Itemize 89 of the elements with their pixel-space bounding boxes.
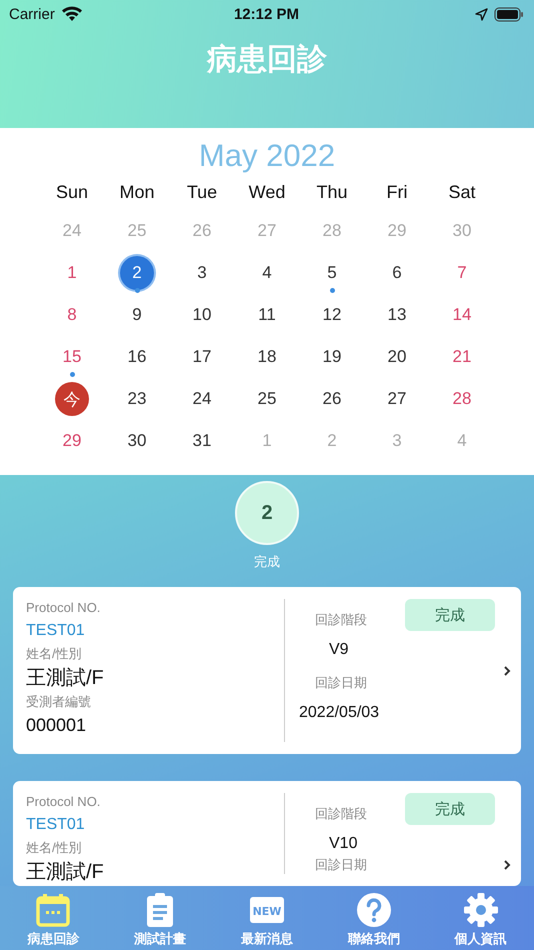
calendar-day[interactable]: 18 [250, 340, 284, 374]
field-label: Protocol NO. [26, 793, 102, 811]
screen-title: 病患回診 [207, 42, 327, 78]
help-icon [356, 892, 392, 928]
calendar-day[interactable]: 12 [315, 298, 349, 332]
calendar-day[interactable]: 5 [315, 256, 349, 290]
visit-date: 2022/05/03 [299, 704, 380, 722]
calendar-day[interactable]: 30 [445, 214, 479, 248]
wifi-icon [60, 6, 83, 22]
status-time: 12:12 PM [234, 6, 300, 22]
field-label: 回診日期 [314, 856, 367, 874]
calendar-day[interactable]: 28 [315, 214, 349, 248]
calendar-day[interactable]: 11 [250, 298, 284, 332]
visit-stage: V10 [328, 835, 358, 853]
chevron-right-icon [503, 859, 511, 871]
weekday-label: Sun [54, 181, 90, 204]
patient-name: 王測試/F [26, 860, 105, 885]
calendar-day[interactable]: 26 [185, 214, 219, 248]
field-label: 姓名/性別 [26, 839, 83, 857]
tab-item[interactable]: 病患回診 [0, 886, 107, 950]
tab-item[interactable]: 測試計畫 [106, 886, 214, 950]
weekday-label: Sat [447, 181, 477, 204]
calendar-day[interactable]: 1 [250, 424, 284, 458]
calendar-day[interactable]: 16 [120, 340, 154, 374]
calendar-day[interactable]: 10 [185, 298, 219, 332]
settings-icon [462, 892, 499, 928]
calendar-day[interactable]: 8 [55, 298, 89, 332]
calendar-day[interactable]: 2 [120, 256, 154, 290]
tab-item[interactable]: 聯絡我們 [320, 886, 428, 950]
tab-item[interactable]: 個人資訊 [427, 886, 534, 950]
calendar-day[interactable]: 28 [445, 382, 479, 416]
calendar-day[interactable]: 24 [55, 214, 89, 248]
calendar-day[interactable]: 今 [55, 382, 89, 416]
location-arrow-icon [474, 8, 488, 20]
calendar-day[interactable]: 3 [185, 256, 219, 290]
tab-item[interactable]: NEW 最新消息 [214, 886, 320, 950]
calendar-day[interactable]: 2 [315, 424, 349, 458]
patient-name: 王測試/F [26, 666, 105, 691]
calendar-day[interactable]: 31 [185, 424, 219, 458]
field-label: 回診階段 [314, 805, 367, 823]
calendar-day[interactable]: 24 [185, 382, 219, 416]
calendar-day[interactable]: 29 [380, 214, 414, 248]
calendar-day[interactable]: 9 [120, 298, 154, 332]
month-title: May 2022 [198, 138, 336, 175]
calendar-day[interactable]: 25 [120, 214, 154, 248]
calendar-day[interactable]: 23 [120, 382, 154, 416]
count-circle: 2 [235, 481, 299, 545]
calendar-day[interactable]: 26 [315, 382, 349, 416]
protocol-value: TEST01 [26, 815, 86, 835]
weekday-label: Tue [186, 181, 218, 204]
calendar-day[interactable]: 27 [380, 382, 414, 416]
calendar-day[interactable]: 25 [250, 382, 284, 416]
calendar-day[interactable]: 29 [55, 424, 89, 458]
calendar-day[interactable]: 13 [380, 298, 414, 332]
chevron-right-icon [503, 665, 511, 677]
protocol-value: TEST01 [26, 621, 86, 641]
calendar-day[interactable]: 27 [250, 214, 284, 248]
calendar-day[interactable]: 14 [445, 298, 479, 332]
field-label: 回診日期 [314, 674, 367, 692]
field-label: Protocol NO. [26, 599, 102, 617]
calendar-day[interactable]: 15 [55, 340, 89, 374]
status-badge: 完成 [405, 793, 495, 825]
calendar-day[interactable]: 30 [120, 424, 154, 458]
field-label: 回診階段 [314, 611, 367, 629]
calendar-day[interactable]: 21 [445, 340, 479, 374]
calendar-day[interactable]: 4 [250, 256, 284, 290]
status-badge: 完成 [405, 599, 495, 631]
count-label: 完成 [254, 553, 280, 571]
visit-stage: V9 [328, 641, 350, 659]
calendar-day[interactable]: 20 [380, 340, 414, 374]
field-label: 姓名/性別 [26, 645, 83, 663]
weekday-label: Thu [315, 181, 349, 204]
calendar-day[interactable]: 4 [445, 424, 479, 458]
calendar-day[interactable]: 6 [380, 256, 414, 290]
visit-card[interactable]: Protocol NO. TEST01 姓名/性別 王測試/F 受測者編號 000001 回診階段 V9 完成 回診日期 2022/05/03 [13, 587, 521, 754]
subject-id: 000001 [26, 714, 88, 737]
calendar-day[interactable]: 17 [185, 340, 219, 374]
field-label: 受測者編號 [26, 693, 92, 711]
calendar-day[interactable]: 7 [445, 256, 479, 290]
weekday-label: Fri [386, 181, 408, 204]
carrier-label: Carrier [9, 6, 55, 22]
weekday-label: Wed [248, 181, 286, 204]
calendar-icon [35, 892, 72, 928]
visit-card[interactable]: Protocol NO. TEST01 姓名/性別 王測試/F 回診階段 V10 完成 回診日期 [13, 781, 521, 886]
calendar-day[interactable]: 19 [315, 340, 349, 374]
battery-icon [494, 6, 524, 22]
weekday-label: Mon [118, 181, 156, 204]
calendar-day[interactable]: 1 [55, 256, 89, 290]
calendar-day[interactable]: 3 [380, 424, 414, 458]
